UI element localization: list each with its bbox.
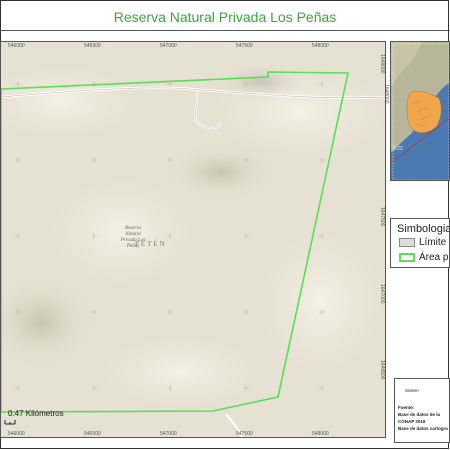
sources-panel: Sistem Fuente: Base de datos de la CONAP… (394, 378, 450, 443)
locator-inset-map[interactable]: 0.22 (390, 41, 450, 181)
inset-map-graphic (391, 42, 449, 180)
x-tick-label: 547500 (236, 43, 253, 49)
legend-label: Área pr (419, 252, 450, 263)
title-bar: Reserva Natural Privada Los Peñas (0, 4, 450, 31)
main-map[interactable]: 546000 546500 547000 547500 548000 54600… (0, 41, 386, 438)
hillshade (161, 142, 281, 202)
inset-side-label: 1648000 (383, 84, 389, 104)
legend-item-limite: Límite (399, 237, 446, 248)
x-tick-label: 546000 (8, 431, 25, 437)
source-label: Fuente: (398, 405, 415, 410)
x-tick-label: 547000 (160, 43, 177, 49)
terrain-map (1, 42, 385, 437)
map-title: Reserva Natural Privada Los Peñas (113, 9, 337, 25)
y-tick-label: 1647000 (379, 284, 385, 304)
legend-swatch (399, 253, 415, 262)
legend-panel: Simbologia Límite Área pr (390, 218, 450, 268)
x-tick-label: 546000 (8, 43, 25, 49)
x-tick-label: 546500 (84, 43, 101, 49)
x-tick-label: 548000 (312, 43, 329, 49)
guatemala-highlight (406, 91, 442, 133)
hillshade (251, 222, 385, 382)
x-tick-label: 547000 (160, 431, 177, 437)
source-line: Base de datos cartogra (398, 426, 448, 431)
legend-item-area: Área pr (399, 252, 450, 263)
y-tick-label: 1647500 (379, 207, 385, 227)
info-heading: Sistem (405, 388, 419, 393)
x-tick-label: 547500 (236, 431, 253, 437)
x-tick-label: 548000 (312, 431, 329, 437)
legend-swatch (399, 238, 415, 247)
y-tick-label: 1646500 (379, 360, 385, 380)
source-line: Base de datos de la (398, 412, 441, 417)
scale-label: 0.47 Kilómetros (8, 409, 64, 418)
hillshade (91, 332, 271, 412)
y-tick-label: 1648000 (379, 54, 385, 74)
inset-label: 0.22 (393, 146, 403, 152)
source-line: CONAP 2016 (398, 419, 426, 424)
legend-title: Simbologia (397, 223, 450, 235)
region-label: PETÉN (135, 240, 167, 248)
x-tick-label: 546500 (84, 431, 101, 437)
legend-label: Límite (419, 237, 447, 248)
